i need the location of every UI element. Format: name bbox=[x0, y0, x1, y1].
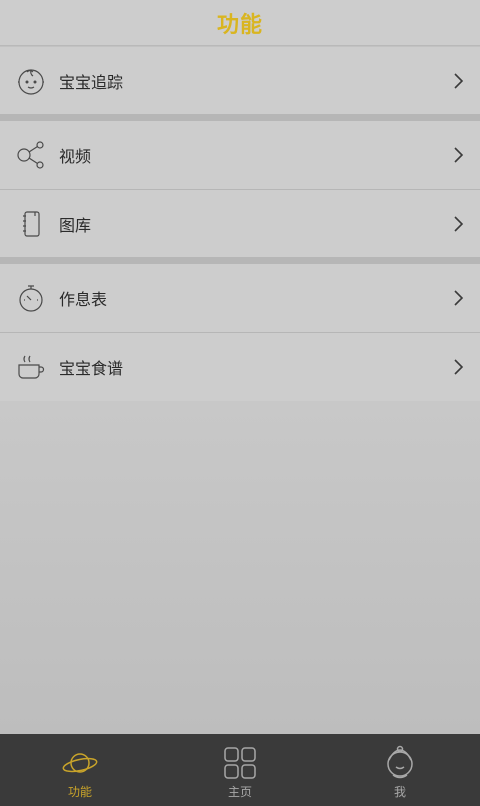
screen: 功能 宝宝追踪 视频 图库 作息表 宝宝食谱 功能 主页 我 bbox=[0, 0, 480, 806]
tab-label: 我 bbox=[393, 785, 406, 799]
tab-label: 功能 bbox=[67, 785, 92, 799]
photo-album-icon bbox=[16, 209, 46, 239]
tab-home[interactable]: 主页 bbox=[160, 734, 320, 806]
menu-group-tracking: 宝宝追踪 bbox=[0, 47, 480, 114]
planet-icon bbox=[61, 744, 99, 782]
user-icon bbox=[381, 744, 419, 782]
section-gap bbox=[0, 114, 480, 121]
stopwatch-icon bbox=[16, 283, 46, 313]
page-title: 功能 bbox=[216, 12, 263, 38]
header-bar: 功能 bbox=[0, 0, 480, 46]
chevron-right-icon bbox=[452, 289, 464, 307]
menu-item-gallery[interactable]: 图库 bbox=[0, 190, 480, 257]
tab-features[interactable]: 功能 bbox=[0, 734, 160, 806]
menu-item-recipes[interactable]: 宝宝食谱 bbox=[0, 333, 480, 400]
grid-icon bbox=[221, 744, 259, 782]
menu-item-label: 宝宝食谱 bbox=[59, 358, 124, 378]
menu-item-label: 视频 bbox=[59, 146, 92, 166]
empty-content-area bbox=[0, 401, 480, 734]
menu-item-label: 作息表 bbox=[59, 289, 108, 309]
chevron-right-icon bbox=[452, 146, 464, 164]
menu-item-baby-tracking[interactable]: 宝宝追踪 bbox=[0, 47, 480, 114]
menu-item-label: 宝宝追踪 bbox=[59, 72, 124, 92]
chevron-right-icon bbox=[452, 72, 464, 90]
bottom-tab-bar: 功能 主页 我 bbox=[0, 734, 480, 806]
steaming-bowl-icon bbox=[16, 352, 46, 382]
menu-group-media: 视频 图库 bbox=[0, 121, 480, 257]
share-icon bbox=[16, 140, 46, 170]
menu-item-label: 图库 bbox=[59, 215, 92, 235]
tab-me[interactable]: 我 bbox=[320, 734, 480, 806]
menu-group-care: 作息表 宝宝食谱 bbox=[0, 264, 480, 401]
menu-item-video[interactable]: 视频 bbox=[0, 121, 480, 188]
section-gap bbox=[0, 257, 480, 264]
baby-face-icon bbox=[16, 66, 46, 96]
chevron-right-icon bbox=[452, 358, 464, 376]
chevron-right-icon bbox=[452, 215, 464, 233]
menu-item-schedule[interactable]: 作息表 bbox=[0, 264, 480, 331]
tab-label: 主页 bbox=[227, 785, 252, 799]
